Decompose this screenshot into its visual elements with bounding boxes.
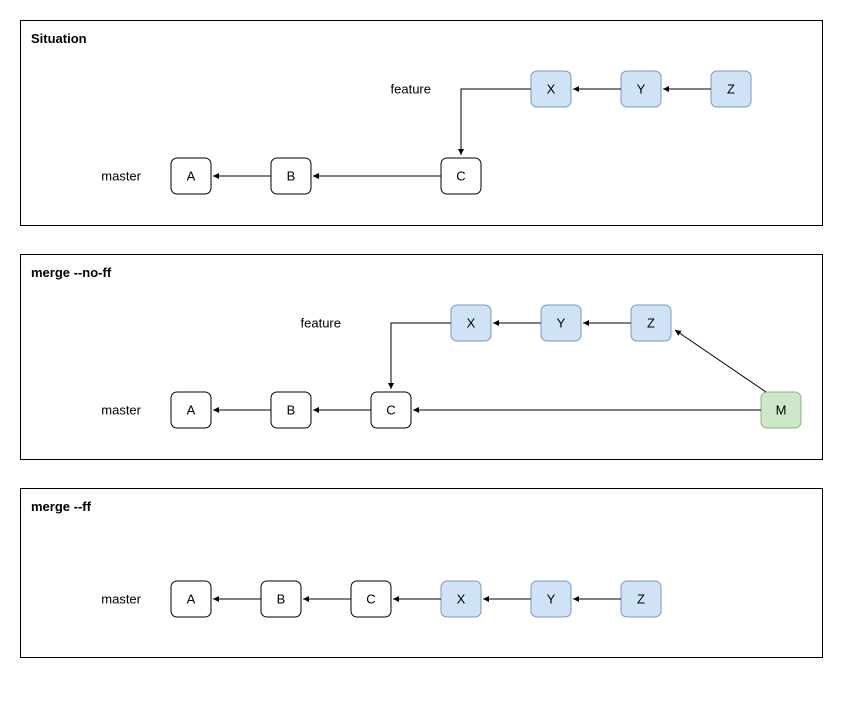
svg-text:B: B [287, 403, 296, 418]
svg-text:B: B [287, 169, 296, 184]
commit-z: Z [621, 581, 661, 617]
svg-text:A: A [187, 592, 196, 607]
branch-label-master: master [101, 403, 141, 418]
commit-x: X [451, 305, 491, 341]
commit-y: Y [621, 71, 661, 107]
panel-title: merge --no-ff [31, 265, 111, 280]
svg-text:Y: Y [547, 592, 556, 607]
panel-title: Situation [31, 31, 87, 46]
arrow-m-z [675, 330, 766, 392]
branch-label-feature: feature [391, 82, 431, 97]
svg-text:Z: Z [637, 592, 645, 607]
commit-b: B [261, 581, 301, 617]
svg-text:C: C [386, 403, 395, 418]
commit-c: C [371, 392, 411, 428]
svg-text:A: A [187, 403, 196, 418]
arrow-x-c [461, 89, 531, 155]
svg-text:C: C [366, 592, 375, 607]
commit-y: Y [531, 581, 571, 617]
svg-text:Y: Y [637, 82, 646, 97]
commit-b: B [271, 392, 311, 428]
commit-a: A [171, 392, 211, 428]
panel-situation: Situation master feature A B C X Y Z C [20, 20, 823, 226]
panel-title: merge --ff [31, 499, 91, 514]
commit-x: X [441, 581, 481, 617]
svg-text:C: C [456, 169, 465, 184]
arrow-x-c [391, 323, 451, 389]
commit-z: Z [711, 71, 751, 107]
commit-z: Z [631, 305, 671, 341]
svg-text:B: B [277, 592, 286, 607]
commit-x: X [531, 71, 571, 107]
branch-label-feature: feature [301, 316, 341, 331]
commit-y: Y [541, 305, 581, 341]
commit-b: B [271, 158, 311, 194]
branch-label-master: master [101, 592, 141, 607]
commit-a: A [171, 581, 211, 617]
branch-label-master: master [101, 169, 141, 184]
commit-c: C [351, 581, 391, 617]
svg-text:M: M [776, 403, 787, 418]
svg-text:Z: Z [647, 316, 655, 331]
svg-text:X: X [547, 82, 556, 97]
commit-m: M [761, 392, 801, 428]
svg-text:Z: Z [727, 82, 735, 97]
panel-merge-no-ff: merge --no-ff master feature A B C X Y Z… [20, 254, 823, 460]
panel-merge-ff: merge --ff master A B C X Y Z [20, 488, 823, 658]
svg-text:X: X [467, 316, 476, 331]
svg-text:X: X [457, 592, 466, 607]
commit-c: C [441, 158, 481, 194]
svg-text:Y: Y [557, 316, 566, 331]
svg-text:A: A [187, 169, 196, 184]
commit-a: A [171, 158, 211, 194]
